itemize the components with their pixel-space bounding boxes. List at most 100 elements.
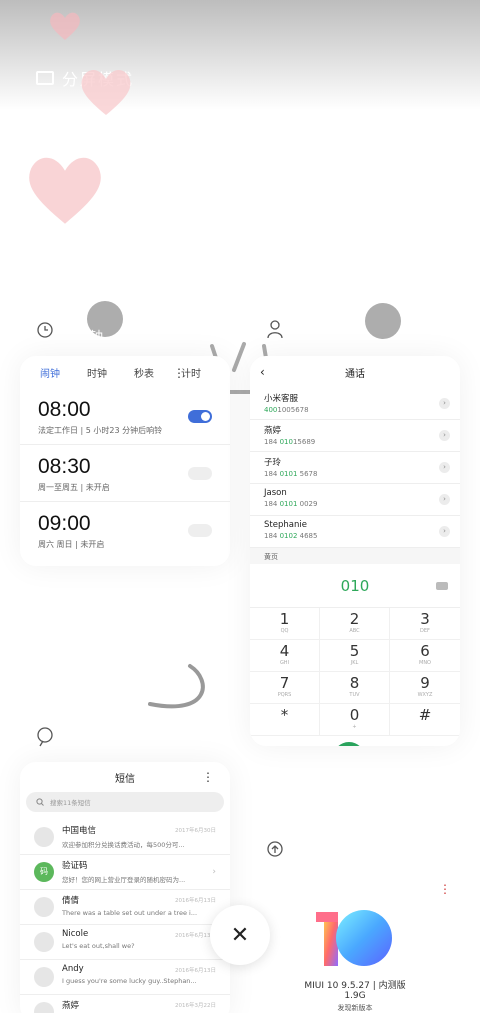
- chevron-right-icon[interactable]: ›: [439, 494, 450, 505]
- search-icon: [36, 798, 44, 806]
- contact-item[interactable]: Stephanie 184 0102 4685 ›: [250, 516, 460, 548]
- dial-key[interactable]: 5 JKL: [320, 640, 390, 672]
- phone-app-card[interactable]: ‹ 通话 小米客服 4001005678 › 燕婷 184 01015689 ›…: [250, 356, 460, 746]
- dial-key[interactable]: 1 QQ: [250, 608, 320, 640]
- phone-header: ‹ 通话: [250, 356, 460, 388]
- search-input[interactable]: 搜索11条短信: [26, 792, 224, 812]
- alarm-toggle[interactable]: [188, 524, 212, 537]
- alarm-time: 09:00: [38, 512, 91, 535]
- back-icon[interactable]: ‹: [260, 365, 265, 379]
- chevron-right-icon[interactable]: ›: [439, 430, 450, 441]
- contact-number: 4001005678: [264, 406, 309, 414]
- dial-key-digit: 0: [349, 706, 360, 724]
- dial-key[interactable]: #: [390, 704, 460, 736]
- backspace-icon[interactable]: [436, 582, 448, 590]
- more-dots-icon[interactable]: ⋮: [439, 882, 451, 896]
- dial-key[interactable]: 9 WXYZ: [390, 672, 460, 704]
- miui-version: MIUI 10 9.5.27 | 内测版 1.9G: [304, 981, 406, 1001]
- alarm-time: 08:30: [38, 455, 91, 478]
- dial-key[interactable]: 7 PQRS: [250, 672, 320, 704]
- call-button[interactable]: [333, 742, 366, 746]
- messages-menu-icon[interactable]: ⋮: [202, 770, 214, 784]
- phone-app-icon: [264, 318, 286, 340]
- dial-keypad: 1 QQ 2 ABC 3 DEF 4 GHI 5 JKL 6 MNO 7 PQRS 8 TUV 9 WXYZ * 0 +…: [250, 608, 460, 736]
- chevron-right-icon[interactable]: ›: [439, 398, 450, 409]
- message-preview: I guess you're some lucky guy..Stephan..…: [62, 977, 197, 985]
- alarm-item[interactable]: 09:00 周六 周日 | 未开启: [20, 502, 230, 559]
- avatar: [34, 827, 54, 847]
- message-item[interactable]: Andy I guess you're some lucky guy..Steph…: [20, 960, 230, 995]
- dial-key-digit: 5: [349, 642, 360, 660]
- dial-key-digit: 8: [349, 674, 360, 692]
- heart-decoration: [50, 12, 80, 40]
- avatar: 码: [34, 862, 54, 882]
- clock-app-card[interactable]: 闹钟 时钟 秒表 计时 ⋮ 08:00 法定工作日 | 5 小时23 分钟后响铃…: [20, 356, 230, 566]
- message-date: 2016年6月13日: [175, 898, 216, 904]
- messages-app-icon: [34, 726, 56, 748]
- dial-key[interactable]: *: [250, 704, 320, 736]
- dial-key-letters: +: [352, 724, 357, 730]
- dial-key[interactable]: 4 GHI: [250, 640, 320, 672]
- dial-key[interactable]: 2 ABC: [320, 608, 390, 640]
- dial-key[interactable]: 3 DEF: [390, 608, 460, 640]
- avatar: [34, 1002, 54, 1013]
- dial-key-letters: PQRS: [277, 692, 292, 698]
- miui-version-info: MIUI 10 9.5.27 | 内测版 1.9G 发现新版本: [296, 978, 414, 1013]
- contact-number: 184 0101 0029: [264, 500, 318, 508]
- clock-menu-icon[interactable]: ⋮: [173, 366, 185, 380]
- dial-key[interactable]: 8 TUV: [320, 672, 390, 704]
- dial-key-digit: 1: [279, 610, 290, 628]
- dial-key-digit: *: [280, 706, 289, 724]
- message-item[interactable]: Nicole Let's eat out,shall we? 2016年6月13日: [20, 925, 230, 960]
- messages-title: 短信: [115, 773, 135, 785]
- message-date: 2016年6月13日: [175, 968, 216, 974]
- heart-decoration: [29, 157, 101, 224]
- contact-item[interactable]: 子玲 184 0101 5678 ›: [250, 452, 460, 484]
- clock-app-icon: [34, 318, 56, 340]
- close-icon: ✕: [230, 922, 250, 948]
- message-item[interactable]: 码验证码您好！您的网上营业厅登录的随机密码为... ›: [20, 855, 230, 890]
- chevron-right-icon[interactable]: ›: [439, 526, 450, 537]
- dial-key-digit: 6: [420, 642, 430, 660]
- message-item[interactable]: 中国电信 欢迎参加积分兑换话费活动，每500分可... 2017年6月30日: [20, 820, 230, 855]
- message-preview: There was a table set out under a tree i…: [62, 909, 198, 917]
- chevron-right-icon[interactable]: ›: [439, 462, 450, 473]
- dial-key-letters: DEF: [420, 628, 430, 634]
- alarm-toggle[interactable]: [188, 467, 212, 480]
- avatar: [34, 932, 54, 952]
- dial-key-letters: JKL: [350, 660, 359, 666]
- clock-app-title: 钟: [90, 330, 104, 345]
- alarm-toggle[interactable]: [188, 410, 212, 423]
- alarm-time: 08:00: [38, 398, 91, 421]
- message-item[interactable]: 燕婷好，不过我们...2016年3月22日: [20, 995, 230, 1013]
- messages-app-card[interactable]: 短信 ⋮ 搜索11条短信 中国电信 欢迎参加积分兑换话费活动，每500分可... 2…: [20, 762, 230, 1013]
- tab-stopwatch[interactable]: 秒表: [134, 365, 154, 380]
- message-date: 2017年6月30日: [175, 828, 216, 834]
- contact-name: Jason: [264, 488, 287, 498]
- message-sender: 验证码: [62, 861, 88, 871]
- alarm-item[interactable]: 08:00 法定工作日 | 5 小时23 分钟后响铃: [20, 388, 230, 445]
- close-button[interactable]: ✕: [210, 905, 270, 965]
- chevron-right-icon: ›: [212, 867, 216, 877]
- alarm-item[interactable]: 08:30 周一至周五 | 未开启: [20, 445, 230, 502]
- message-preview: 您好！您的网上营业厅登录的随机密码为...: [62, 876, 186, 884]
- contact-item[interactable]: 小米客服 4001005678 ›: [250, 388, 460, 420]
- dialed-digits: 010: [340, 576, 370, 595]
- tab-clock[interactable]: 时钟: [87, 365, 107, 380]
- message-item[interactable]: 倩倩 There was a table set out under a tree…: [20, 890, 230, 925]
- contact-item[interactable]: Jason 184 0101 0029 ›: [250, 484, 460, 516]
- contact-name: 燕婷: [264, 426, 282, 436]
- updater-app-icon: [264, 840, 286, 862]
- contact-item[interactable]: 燕婷 184 01015689 ›: [250, 420, 460, 452]
- update-notice[interactable]: 发现新版本: [296, 1003, 414, 1013]
- dial-key[interactable]: 6 MNO: [390, 640, 460, 672]
- avatar: [34, 897, 54, 917]
- dial-key[interactable]: 0 +: [320, 704, 390, 736]
- dial-key-letters: ABC: [349, 628, 360, 634]
- dial-key-letters: WXYZ: [417, 692, 433, 698]
- tab-alarm[interactable]: 闹钟: [40, 365, 60, 380]
- contact-name: Stephanie: [264, 520, 307, 530]
- section-label: 黄页: [250, 548, 460, 564]
- miui-10-logo: [316, 910, 392, 966]
- heart-decoration: [81, 69, 131, 116]
